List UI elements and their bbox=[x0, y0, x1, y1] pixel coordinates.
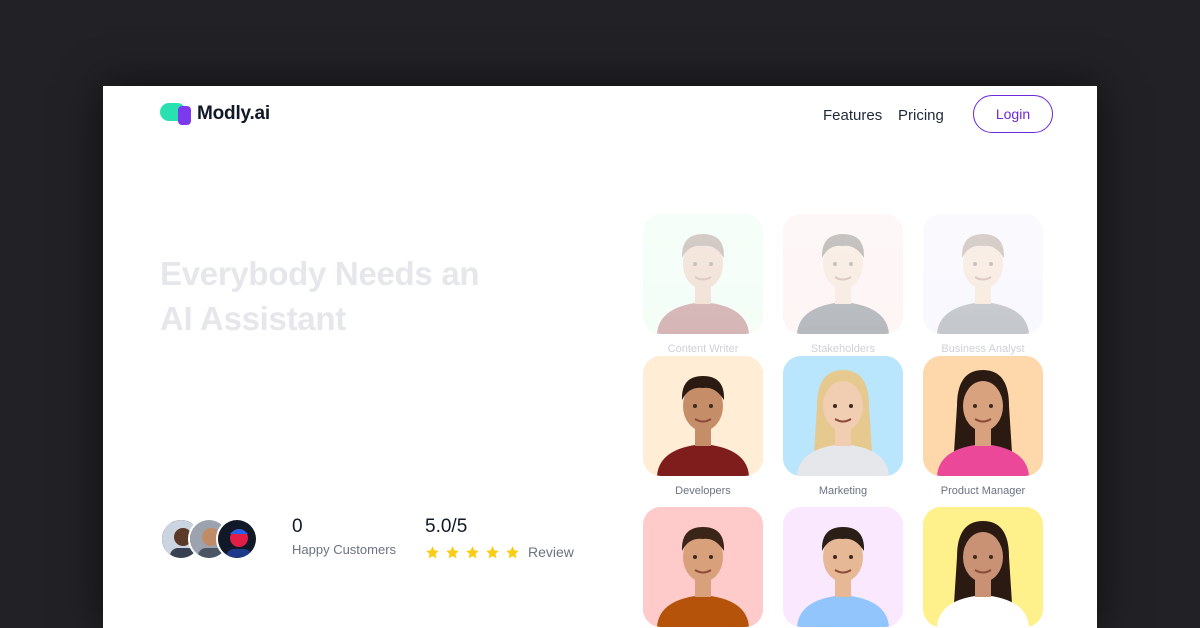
role-portrait bbox=[923, 214, 1043, 334]
avatar bbox=[216, 518, 258, 560]
role-portrait bbox=[643, 214, 763, 334]
role-label: Marketing bbox=[818, 485, 868, 497]
nav-link-pricing[interactable]: Pricing bbox=[898, 107, 944, 124]
browser-viewport: Modly.ai Features Pricing Login Everybod… bbox=[103, 86, 1097, 628]
role-label: Stakeholders bbox=[810, 343, 876, 355]
role-portrait bbox=[923, 507, 1043, 627]
star-icon bbox=[506, 546, 519, 559]
role-card[interactable] bbox=[643, 356, 763, 476]
role-card[interactable] bbox=[783, 507, 903, 627]
role-label: Business Analyst bbox=[941, 343, 1025, 355]
logo-mark-icon bbox=[160, 102, 192, 126]
role-portrait bbox=[783, 356, 903, 476]
top-nav: Modly.ai Features Pricing Login bbox=[103, 86, 1097, 146]
role-portrait bbox=[643, 356, 763, 476]
role-card[interactable] bbox=[783, 356, 903, 476]
role-portrait bbox=[643, 507, 763, 627]
login-button[interactable]: Login bbox=[973, 95, 1053, 133]
role-card[interactable] bbox=[643, 507, 763, 627]
role-card[interactable] bbox=[783, 214, 903, 334]
brand-logo[interactable]: Modly.ai bbox=[160, 102, 270, 126]
role-portrait bbox=[923, 356, 1043, 476]
hero-title: Everybody Needs an AI Assistant bbox=[160, 251, 540, 341]
star-icon bbox=[446, 546, 459, 559]
role-label: Product Manager bbox=[940, 485, 1026, 497]
role-card[interactable] bbox=[923, 507, 1043, 627]
role-label: Content Writer bbox=[667, 343, 739, 355]
hero-title-line-1: Everybody Needs an bbox=[160, 255, 480, 292]
role-card[interactable] bbox=[923, 214, 1043, 334]
customers-count: 0 bbox=[292, 516, 303, 537]
role-portrait bbox=[783, 214, 903, 334]
role-portrait bbox=[783, 507, 903, 627]
star-icon bbox=[486, 546, 499, 559]
hero-title-line-2: AI Assistant bbox=[160, 300, 346, 337]
nav-link-features[interactable]: Features bbox=[823, 107, 882, 124]
star-icon bbox=[466, 546, 479, 559]
customer-avatars bbox=[160, 518, 270, 562]
customers-label: Happy Customers bbox=[292, 542, 397, 557]
brand-name: Modly.ai bbox=[197, 103, 270, 124]
rating-value: 5.0/5 bbox=[425, 516, 468, 537]
role-label: Developers bbox=[675, 485, 731, 497]
star-icon bbox=[426, 546, 439, 559]
role-card[interactable] bbox=[643, 214, 763, 334]
role-grid: Content Writer Stakeholders Business Analy… bbox=[643, 214, 1043, 628]
rating-stars bbox=[425, 545, 520, 560]
review-label: Review bbox=[528, 544, 574, 560]
role-card[interactable] bbox=[923, 356, 1043, 476]
